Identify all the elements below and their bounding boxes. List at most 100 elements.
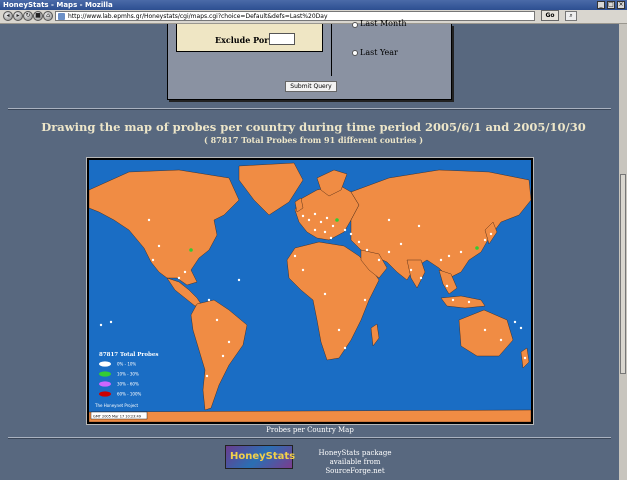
probe-marker: [329, 236, 333, 240]
probe-marker: [221, 354, 225, 358]
probe-marker: [417, 224, 421, 228]
legend-swatch: [99, 391, 111, 397]
exclude-port-input[interactable]: [269, 33, 295, 45]
probe-marker: [157, 244, 161, 248]
probe-marker: [399, 242, 403, 246]
probe-marker: [227, 340, 231, 344]
minimize-icon[interactable]: _: [597, 1, 605, 9]
probe-marker: [357, 240, 361, 244]
probe-marker: [207, 298, 211, 302]
probe-marker: [323, 230, 327, 234]
world-map[interactable]: 87817 Total Probes 0% - 10% 10% - 30% 30% …: [89, 160, 531, 422]
legend-swatch: [99, 361, 111, 367]
close-icon[interactable]: ×: [617, 1, 625, 9]
probe-marker: [325, 216, 329, 220]
legend-swatch: [99, 371, 111, 377]
horizontal-rule: [8, 108, 611, 110]
reload-icon[interactable]: ↻: [23, 11, 33, 21]
radio-last-month[interactable]: [352, 22, 358, 28]
probe-marker: [363, 298, 367, 302]
probe-marker: [109, 320, 113, 324]
legend-swatch: [99, 381, 111, 387]
honeystats-logo[interactable]: HoneyStats: [225, 445, 296, 469]
probe-marker: [301, 214, 305, 218]
probe-marker: [343, 346, 347, 350]
radio-last-year-label: Last Year: [360, 48, 398, 57]
go-button[interactable]: Go: [541, 10, 559, 21]
probe-marker: [523, 356, 527, 360]
browser-window: HoneyStats - Maps - Mozilla _ □ × ◂ ▸ ↻ …: [0, 0, 627, 480]
probe-marker: [445, 284, 449, 288]
probe-marker: [519, 326, 523, 330]
home-icon[interactable]: ⌂: [43, 11, 53, 21]
submit-query-button[interactable]: Submit Query: [285, 81, 337, 92]
query-form: Exclude Port Last Month Last Year Submit…: [167, 19, 452, 100]
probe-marker: [387, 250, 391, 254]
legend-credit: The Honeynet Project: [94, 403, 138, 408]
search-icon[interactable]: ⌕: [565, 11, 577, 21]
probe-marker: [483, 328, 487, 332]
probe-marker: [439, 258, 443, 262]
probe-marker: [387, 218, 391, 222]
navigation-toolbar: ◂ ▸ ↻ ■ ⌂ http://www.lab.epmhs.gr/Honeys…: [0, 10, 627, 24]
forward-icon[interactable]: ▸: [13, 11, 23, 21]
site-icon: [58, 13, 65, 20]
probe-marker: [147, 218, 151, 222]
probe-marker: [335, 218, 339, 222]
page-subtitle: ( 87817 Total Probes from 91 different c…: [204, 135, 423, 145]
window-title: HoneyStats - Maps - Mozilla: [3, 1, 113, 9]
exclude-port-cell: Exclude Port: [176, 24, 323, 52]
legend-label: 10% - 30%: [117, 372, 139, 377]
probe-marker: [313, 212, 317, 216]
vertical-scrollbar[interactable]: [619, 24, 627, 480]
probe-marker: [499, 338, 503, 342]
probe-marker: [319, 220, 323, 224]
package-line-2[interactable]: available from SourceForge.net: [300, 458, 410, 476]
timestamp-text: GMT 2005 Mar 17 10:23:49: [93, 415, 141, 419]
probe-marker: [343, 228, 347, 232]
exclude-port-label: Exclude Port: [215, 35, 273, 45]
probe-marker: [205, 374, 209, 378]
legend-label: 0% - 10%: [117, 362, 136, 367]
probe-marker: [313, 228, 317, 232]
title-bar: HoneyStats - Maps - Mozilla _ □ ×: [0, 0, 627, 10]
probe-marker: [349, 232, 353, 236]
url-bar[interactable]: http://www.lab.epmhs.gr/Honeystats/cgi/m…: [55, 11, 535, 21]
probe-marker: [467, 300, 471, 304]
probe-marker: [459, 250, 463, 254]
probe-marker: [331, 224, 335, 228]
radio-last-month-label: Last Month: [360, 19, 407, 28]
horizontal-rule-2: [8, 437, 611, 439]
probe-marker: [215, 318, 219, 322]
probe-marker: [323, 292, 327, 296]
package-info: HoneyStats package available from Source…: [300, 449, 410, 476]
scrollbar-thumb[interactable]: [620, 174, 626, 374]
probe-marker: [447, 254, 451, 258]
logo-text: HoneyStats: [230, 451, 296, 462]
probe-marker: [489, 232, 493, 236]
stop-icon[interactable]: ■: [33, 11, 43, 21]
probe-marker: [293, 254, 297, 258]
map-frame: 87817 Total Probes 0% - 10% 10% - 30% 30% …: [86, 157, 534, 425]
probe-marker: [301, 268, 305, 272]
page-content: Exclude Port Last Month Last Year Submit…: [0, 19, 619, 480]
probe-marker: [451, 298, 455, 302]
probe-marker: [419, 276, 423, 280]
maximize-icon[interactable]: □: [607, 1, 615, 9]
antarctica: [89, 409, 531, 422]
probe-marker: [409, 268, 413, 272]
probe-marker: [513, 320, 517, 324]
probe-marker: [237, 278, 241, 282]
map-caption: Probes per Country Map: [266, 426, 354, 434]
probe-marker: [307, 218, 311, 222]
radio-last-year[interactable]: [352, 50, 358, 56]
probe-marker: [365, 248, 369, 252]
probe-marker: [177, 276, 181, 280]
back-icon[interactable]: ◂: [3, 11, 13, 21]
legend-title: 87817 Total Probes: [99, 352, 158, 358]
legend-label: 30% - 60%: [117, 382, 139, 387]
probe-marker: [99, 323, 103, 327]
probe-marker: [151, 258, 155, 262]
url-text: http://www.lab.epmhs.gr/Honeystats/cgi/m…: [68, 13, 328, 20]
probe-marker: [377, 258, 381, 262]
